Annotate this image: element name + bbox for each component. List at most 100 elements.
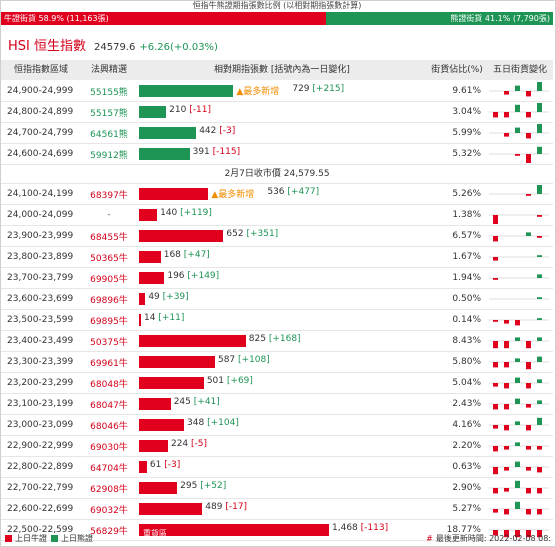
volume-change: [-115] xyxy=(212,147,241,157)
warrant-code[interactable]: 68046牛 xyxy=(81,419,137,432)
sparkline-bar xyxy=(515,320,520,326)
warrant-code[interactable]: 69896牛 xyxy=(81,293,137,306)
five-day-sparkline xyxy=(487,81,553,101)
sparkline-chart xyxy=(489,274,549,280)
volume-value: 501 xyxy=(206,376,225,386)
range-cell: 24,600-24,699 xyxy=(7,149,74,159)
warrant-code[interactable]: 55157熊 xyxy=(81,106,137,119)
sparkline-bar xyxy=(537,337,542,341)
sparkline-chart xyxy=(489,356,549,370)
volume-bar xyxy=(139,503,203,515)
five-day-sparkline xyxy=(487,478,553,498)
table-row[interactable]: 23,400-23,499 50375牛 825 [+168] 8.43% xyxy=(1,331,553,352)
range-cell: 22,600-22,699 xyxy=(7,504,74,514)
range-cell: 23,400-23,499 xyxy=(7,336,74,346)
table-row[interactable]: 23,300-23,399 69961牛 587 [+108] 5.80% xyxy=(1,352,553,373)
sparkline-bar xyxy=(493,236,498,242)
five-day-sparkline xyxy=(487,373,553,393)
sparkline-chart xyxy=(489,214,549,224)
range-cell: 24,900-24,999 xyxy=(7,86,74,96)
warrant-code[interactable]: 69905牛 xyxy=(81,272,137,285)
bear-legend-label: 上日熊證 xyxy=(61,534,93,543)
warrant-code[interactable]: 50375牛 xyxy=(81,335,137,348)
table-row[interactable]: 22,600-22,699 69032牛 489 [-17] 5.27% xyxy=(1,499,553,520)
bull-legend-swatch xyxy=(5,535,12,542)
sparkline-bar xyxy=(504,488,509,492)
volume-bar xyxy=(139,440,168,452)
table-row[interactable]: 24,000-24,099 - 140 [+119] 1.38% xyxy=(1,205,553,226)
warrant-code[interactable]: 69032牛 xyxy=(81,503,137,516)
sparkline-chart xyxy=(489,297,549,300)
sparkline-chart xyxy=(489,318,549,326)
volume-bar xyxy=(139,314,141,326)
volume-value: 140 xyxy=(160,208,178,218)
sparkline-bar xyxy=(537,488,542,494)
table-row[interactable]: 24,700-24,799 64561熊 442 [-3] 5.99% xyxy=(1,123,553,144)
sparkline-chart xyxy=(489,480,549,494)
volume-text: 245 [+41] xyxy=(174,397,220,407)
sparkline-bar xyxy=(526,425,531,431)
table-row[interactable]: 23,000-23,099 68046牛 348 [+104] 4.16% xyxy=(1,415,553,436)
volume-text: 501 [+69] xyxy=(207,376,253,386)
volume-change: [-17] xyxy=(225,502,248,512)
volume-bar xyxy=(139,251,161,263)
volume-change: [+52] xyxy=(200,481,227,491)
table-row[interactable]: 22,800-22,899 64704牛 61 [-3] 0.63% xyxy=(1,457,553,478)
warrant-code[interactable]: 64704牛 xyxy=(81,461,137,474)
sparkline-bar xyxy=(504,425,509,431)
volume-text: 825 [+168] xyxy=(249,334,301,344)
sparkline-bar xyxy=(504,133,509,137)
table-row[interactable]: 23,900-23,999 68455牛 652 [+351] 6.57% xyxy=(1,226,553,247)
five-day-sparkline xyxy=(487,352,553,372)
table-row[interactable]: 23,800-23,899 50365牛 168 [+47] 1.67% xyxy=(1,247,553,268)
sparkline-bar xyxy=(537,509,542,515)
sparkline-bar xyxy=(515,480,520,488)
warrant-code[interactable]: 55155熊 xyxy=(81,85,137,98)
warrant-code[interactable]: 68047牛 xyxy=(81,398,137,411)
table-row[interactable]: 22,900-22,999 69030牛 224 [-5] 2.20% xyxy=(1,436,553,457)
sparkline-bar xyxy=(526,91,531,97)
volume-bar xyxy=(139,293,146,305)
bar-cell: 391 [-115] xyxy=(137,144,427,164)
share-pct: 0.14% xyxy=(452,315,481,325)
warrant-code[interactable]: 50365牛 xyxy=(81,251,137,264)
table-row[interactable]: 24,900-24,999 55155熊 ▲最多新增 729 [+215] 9.61% xyxy=(1,81,553,102)
table-row[interactable]: 23,700-23,799 69905牛 196 [+149] 1.94% xyxy=(1,268,553,289)
warrant-code[interactable]: 68455牛 xyxy=(81,230,137,243)
five-day-sparkline xyxy=(487,289,553,309)
table-row[interactable]: 24,800-24,899 55157熊 210 [-11] 3.04% xyxy=(1,102,553,123)
sparkline-bar xyxy=(537,356,542,362)
table-row[interactable]: 24,100-24,199 68397牛 ▲最多新增 536 [+477] 5.26% xyxy=(1,184,553,205)
table-row[interactable]: 22,700-22,799 62908牛 295 [+52] 2.90% xyxy=(1,478,553,499)
share-pct: 2.20% xyxy=(452,441,481,451)
share-pct: 2.90% xyxy=(452,483,481,493)
table-row[interactable]: 23,200-23,299 68048牛 501 [+69] 5.04% xyxy=(1,373,553,394)
five-day-sparkline xyxy=(487,102,553,122)
warrant-code[interactable]: 68048牛 xyxy=(81,377,137,390)
warrant-code[interactable]: 59912熊 xyxy=(81,148,137,161)
volume-value: 587 xyxy=(217,355,236,365)
range-cell: 23,500-23,599 xyxy=(7,315,74,325)
five-day-sparkline xyxy=(487,184,553,204)
bull-legend-label: 上日牛證 xyxy=(15,534,47,543)
warrant-code[interactable]: 64561熊 xyxy=(81,127,137,140)
volume-bar xyxy=(139,148,190,160)
warrant-code[interactable]: 69030牛 xyxy=(81,440,137,453)
volume-text: 295 [+52] xyxy=(180,481,226,491)
warrant-code[interactable]: 62908牛 xyxy=(81,482,137,495)
warrant-code[interactable]: 69961牛 xyxy=(81,356,137,369)
warrant-code[interactable]: 69895牛 xyxy=(81,314,137,327)
table-row[interactable]: 23,600-23,699 69896牛 49 [+39] 0.50% xyxy=(1,289,553,310)
warrant-code[interactable]: 68397牛 xyxy=(81,188,137,201)
most-added-tag: ▲最多新增 xyxy=(236,84,279,97)
share-pct: 8.43% xyxy=(452,336,481,346)
table-row[interactable]: 23,100-23,199 68047牛 245 [+41] 2.43% xyxy=(1,394,553,415)
sparkline-bar xyxy=(515,104,520,112)
sparkline-bar xyxy=(515,442,520,446)
volume-change: [+351] xyxy=(246,229,279,239)
table-row[interactable]: 24,600-24,699 59912熊 391 [-115] 5.32% xyxy=(1,144,553,165)
table-row[interactable]: 23,500-23,599 69895牛 14 [+11] 0.14% xyxy=(1,310,553,331)
sparkline-bar xyxy=(537,400,542,404)
bar-cell: 348 [+104] xyxy=(137,415,427,435)
range-cell: 24,800-24,899 xyxy=(7,107,74,117)
